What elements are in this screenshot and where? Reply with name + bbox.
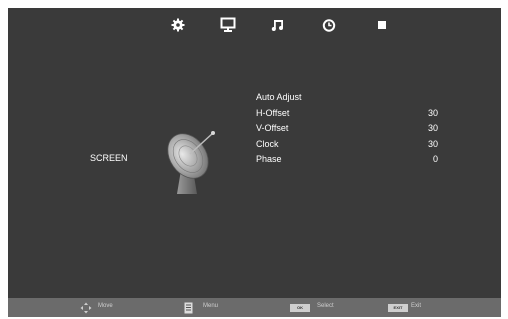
menu-item-auto-adjust[interactable]: Auto Adjust — [256, 90, 446, 106]
monitor-icon[interactable] — [220, 17, 236, 33]
ok-key-icon: OK — [290, 304, 310, 312]
menu-item-value: 30 — [427, 107, 438, 118]
gear-icon[interactable] — [170, 17, 186, 33]
exit-key-icon: EXIT — [388, 304, 408, 312]
menu-item-label: Phase — [256, 154, 282, 164]
menu-label: Menu — [203, 303, 219, 309]
menu-item-clock[interactable]: Clock 30 — [256, 137, 446, 153]
menu-item-phase[interactable]: Phase 0 — [256, 152, 446, 168]
move-label: Move — [98, 303, 113, 309]
menu-hint: Menu — [184, 302, 244, 314]
screen-settings-menu: Auto Adjust H-Offset 30 V-Offset 30 Cloc… — [256, 90, 446, 168]
music-note-icon[interactable] — [270, 17, 286, 33]
clock-icon[interactable] — [321, 17, 337, 33]
move-hint: Move — [80, 302, 140, 314]
menu-item-label: Clock — [256, 138, 279, 149]
satellite-dish-icon — [163, 124, 225, 198]
screen-title: SCREEN — [90, 153, 128, 163]
menu-item-value: 30 — [427, 138, 438, 149]
menu-item-value: 30 — [427, 123, 438, 133]
menu-item-label: V-Offset — [256, 123, 289, 133]
exit-label: Exit — [411, 303, 422, 309]
menu-key-icon — [184, 302, 193, 314]
menu-item-v-offset[interactable]: V-Offset 30 — [256, 121, 446, 137]
footer-hint-bar: Move Menu OK Select EXIT Exit — [8, 298, 501, 317]
exit-hint: EXIT Exit — [388, 302, 448, 314]
menu-item-label: H-Offset — [256, 107, 290, 118]
menu-item-h-offset[interactable]: H-Offset 30 — [256, 106, 446, 122]
square-icon[interactable] — [374, 17, 390, 33]
select-hint: OK Select — [290, 302, 350, 314]
menu-item-label: Auto Adjust — [256, 92, 302, 102]
direction-arrows-icon — [80, 302, 92, 314]
select-label: Select — [317, 303, 334, 309]
menu-item-value: 0 — [432, 154, 438, 164]
osd-menu-panel: SCREEN Auto Adjust H-Offset 30 V-Offset … — [8, 8, 501, 317]
